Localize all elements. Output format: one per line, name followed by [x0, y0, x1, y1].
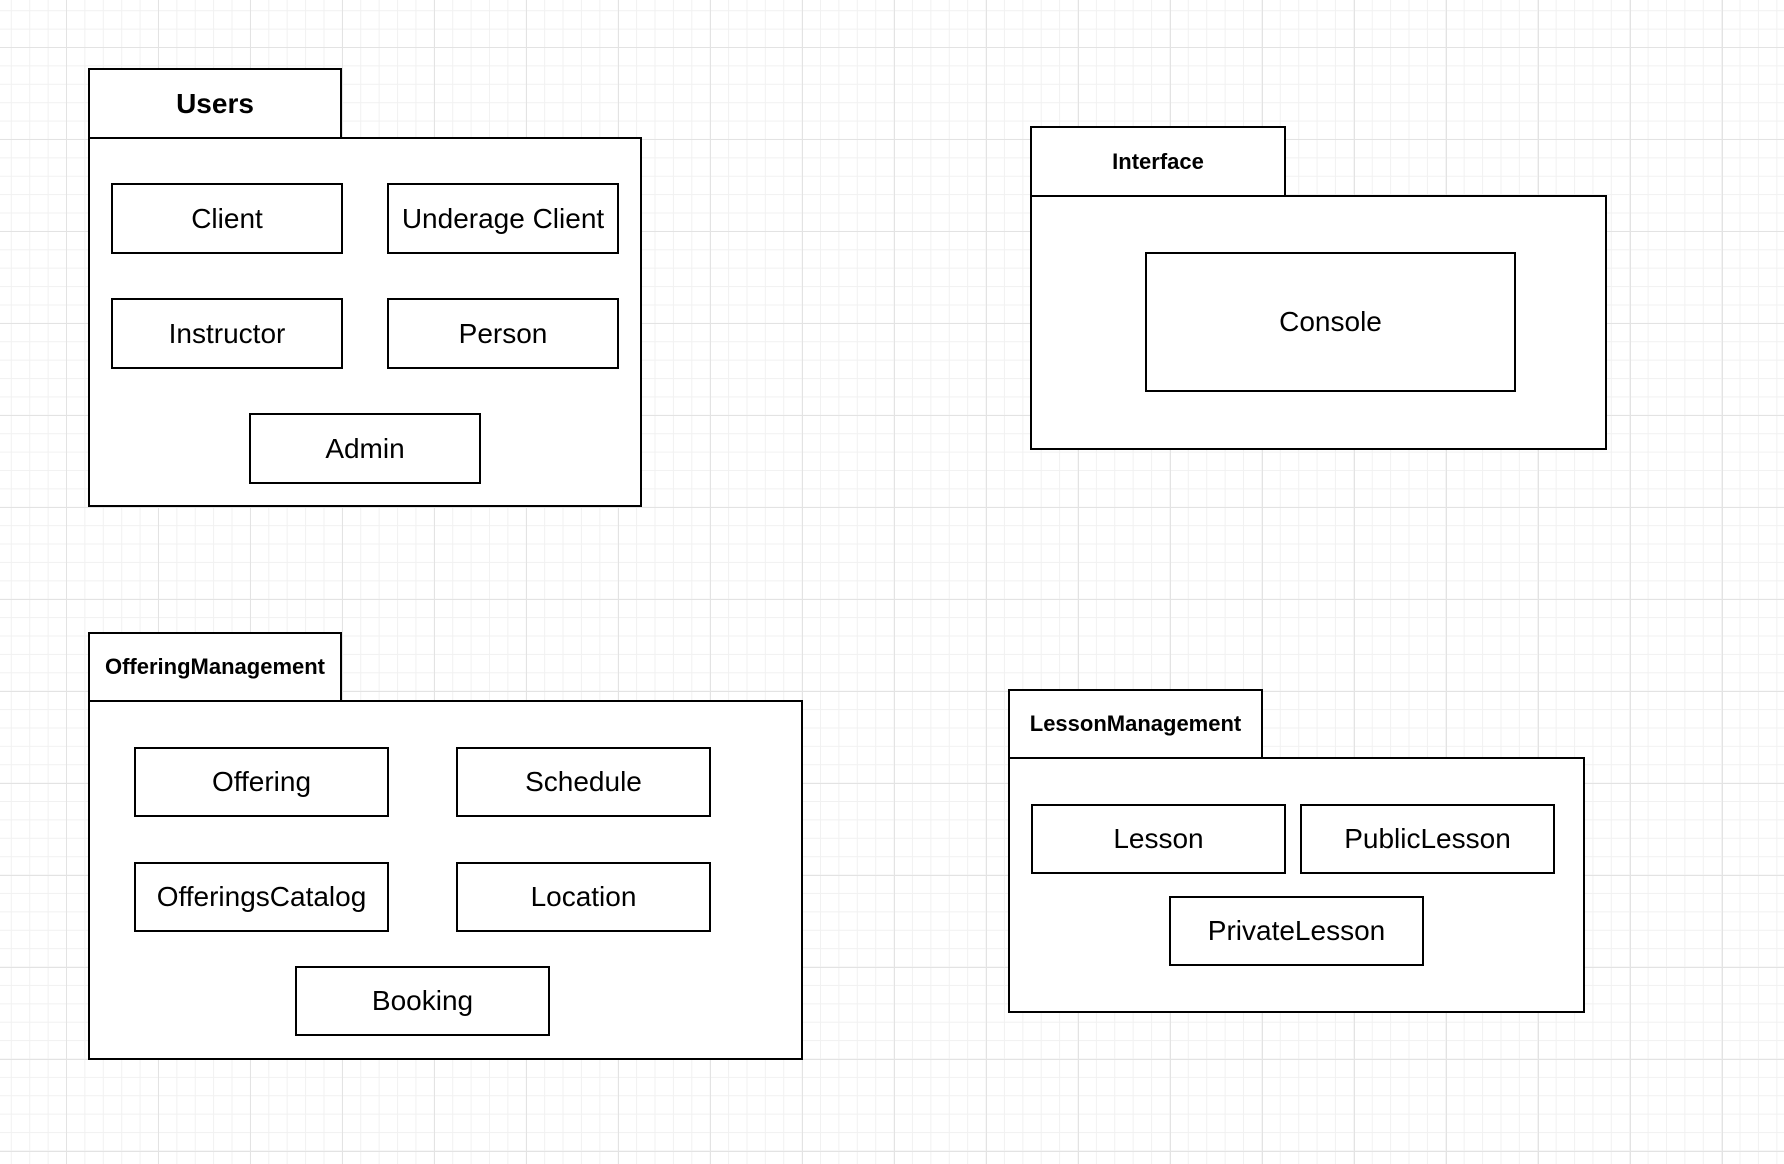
package-users-title: Users: [88, 68, 342, 139]
package-offering-management-title: OfferingManagement: [88, 632, 342, 702]
class-offerings-catalog[interactable]: OfferingsCatalog: [134, 862, 389, 932]
diagram-canvas: Users Client Underage Client Instructor …: [0, 0, 1784, 1164]
class-person[interactable]: Person: [387, 298, 619, 369]
class-admin[interactable]: Admin: [249, 413, 481, 484]
class-public-lesson[interactable]: PublicLesson: [1300, 804, 1555, 874]
class-private-lesson[interactable]: PrivateLesson: [1169, 896, 1424, 966]
class-booking[interactable]: Booking: [295, 966, 550, 1036]
class-console[interactable]: Console: [1145, 252, 1516, 392]
class-instructor[interactable]: Instructor: [111, 298, 343, 369]
class-underage-client[interactable]: Underage Client: [387, 183, 619, 254]
class-client[interactable]: Client: [111, 183, 343, 254]
package-interface-title: Interface: [1030, 126, 1286, 197]
class-lesson[interactable]: Lesson: [1031, 804, 1286, 874]
package-lesson-management-body: [1008, 757, 1585, 1013]
class-location[interactable]: Location: [456, 862, 711, 932]
class-schedule[interactable]: Schedule: [456, 747, 711, 817]
package-lesson-management-title: LessonManagement: [1008, 689, 1263, 759]
class-offering[interactable]: Offering: [134, 747, 389, 817]
